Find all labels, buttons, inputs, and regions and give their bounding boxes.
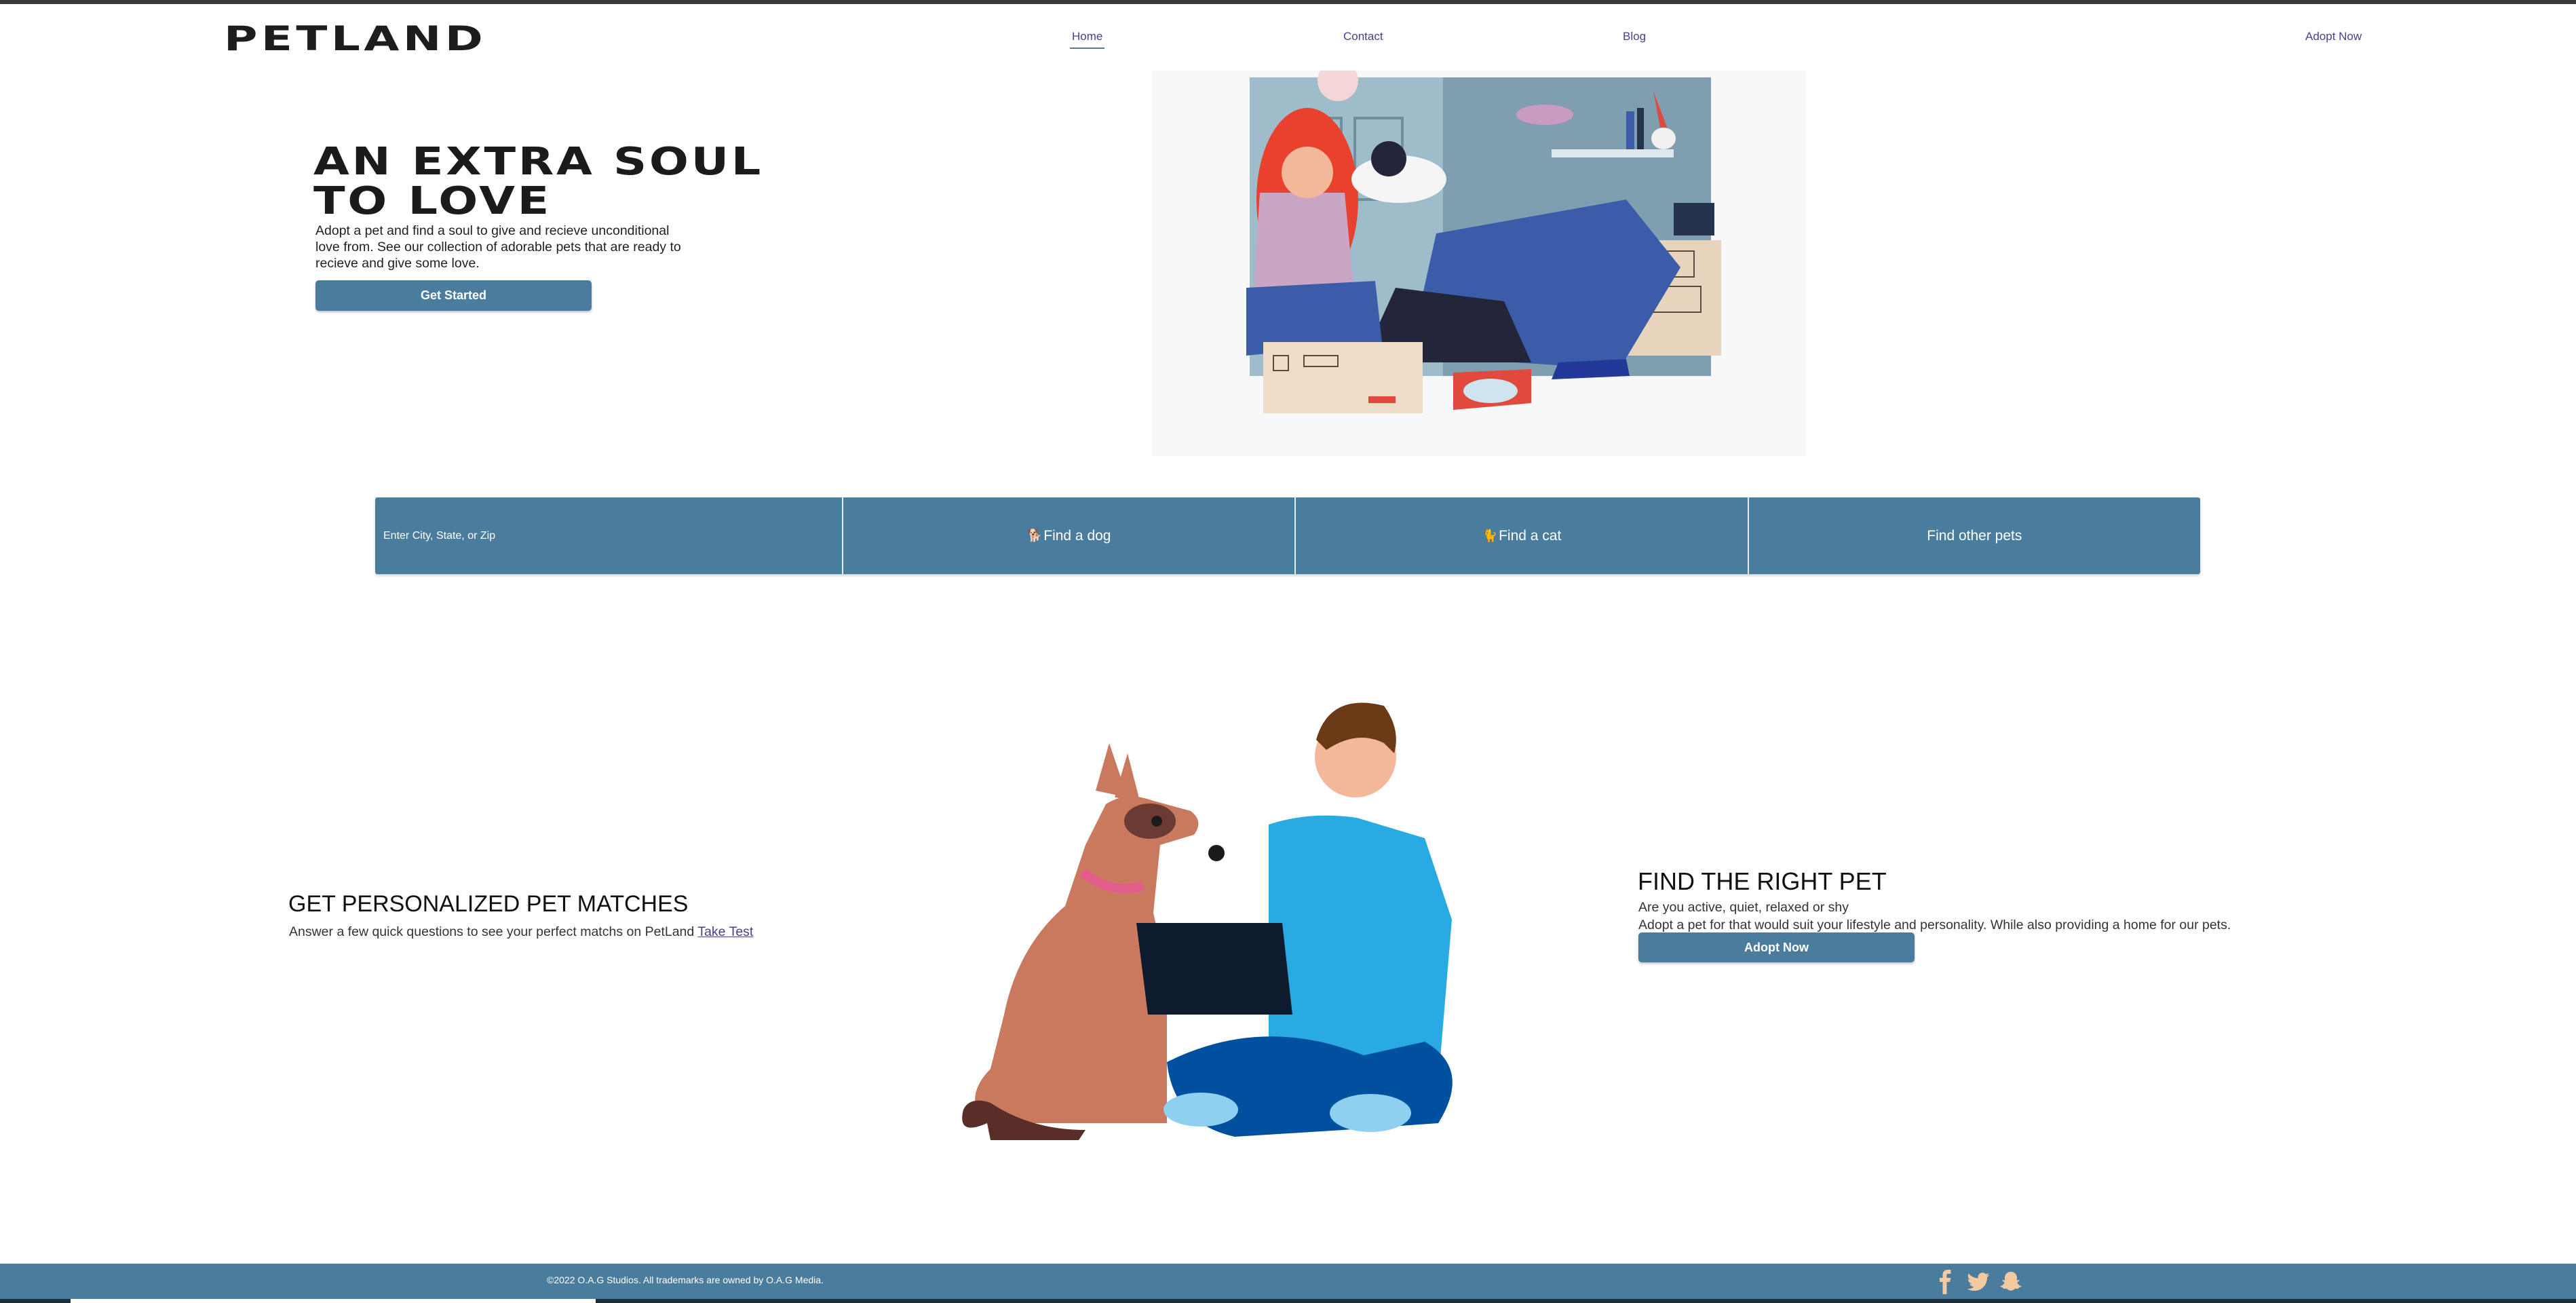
man-and-dog-illustration <box>962 702 1453 1140</box>
find-other-label: Find other pets <box>1927 527 2022 544</box>
twitter-icon[interactable] <box>1966 1270 1991 1294</box>
footer: ©2022 O.A.G Studios. All trademarks are … <box>0 1264 2576 1303</box>
nav-adopt-now[interactable]: Adopt Now <box>2305 30 2362 43</box>
nav-blog[interactable]: Blog <box>1623 30 1646 43</box>
find-cat-label: Find a cat <box>1499 527 1562 544</box>
get-started-button[interactable]: Get Started <box>315 280 592 311</box>
facebook-icon[interactable] <box>1934 1270 1958 1294</box>
find-cat-button[interactable]: 🐈 Find a cat <box>1296 497 1749 574</box>
find-dog-button[interactable]: 🐕 Find a dog <box>843 497 1296 574</box>
find-right-pet-line1: Are you active, quiet, relaxed or shy <box>1638 900 1849 915</box>
hero-subtitle: Adopt a pet and find a soul to give and … <box>315 223 681 271</box>
footer-bottom-strip-right <box>596 1299 2576 1303</box>
nav-contact[interactable]: Contact <box>1343 30 1383 43</box>
pet-matches-text: Answer a few quick questions to see your… <box>289 924 753 940</box>
adopt-now-button[interactable]: Adopt Now <box>1638 932 1915 962</box>
find-right-pet-title: Find the Right Pet <box>1638 867 1887 895</box>
footer-scroll-indicator <box>71 1299 596 1303</box>
find-right-pet-line2: Adopt a pet for that would suit your lif… <box>1638 918 2231 932</box>
pet-matches-description: Answer a few quick questions to see your… <box>289 924 695 939</box>
paw-dog-icon: 🐕 <box>1026 529 1043 542</box>
top-border <box>0 0 2576 4</box>
find-other-pets-button[interactable]: Find other pets <box>1749 497 2200 574</box>
footer-copyright: ©2022 O.A.G Studios. All trademarks are … <box>547 1274 824 1285</box>
logo[interactable]: PetLand <box>224 19 486 58</box>
location-search-input[interactable] <box>375 497 843 574</box>
take-test-link[interactable]: Take Test <box>697 924 753 939</box>
paw-cat-icon: 🐈 <box>1482 529 1498 542</box>
pet-search-bar: 🐕 Find a dog 🐈 Find a cat Find other pet… <box>375 497 2200 574</box>
snapchat-icon[interactable] <box>1999 1270 2023 1294</box>
hero-illustration <box>1151 71 1806 456</box>
hero-title: An Extra Soul to Love <box>313 140 763 223</box>
nav-home[interactable]: Home <box>1069 30 1105 49</box>
pet-matches-title: Get Personalized Pet Matches <box>288 891 689 917</box>
find-dog-label: Find a dog <box>1043 527 1111 544</box>
footer-bottom-strip <box>0 1299 71 1303</box>
